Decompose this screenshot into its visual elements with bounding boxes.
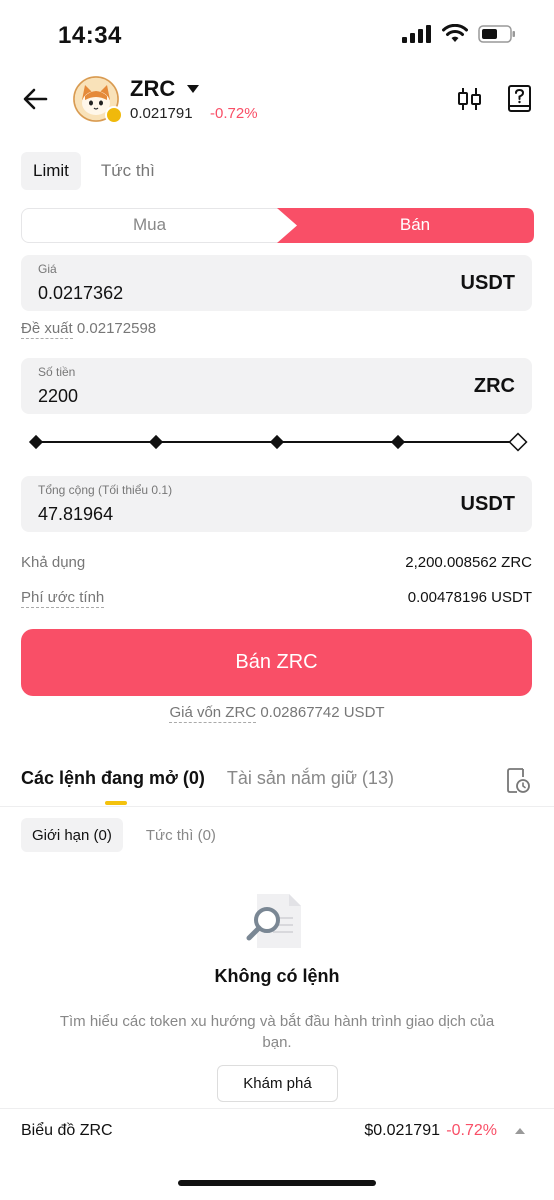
available-row: Khả dụng 2,200.008562 ZRC	[21, 554, 532, 571]
tab-instant[interactable]: Tức thì	[89, 152, 167, 190]
price-unit: USDT	[460, 272, 515, 294]
order-sub-tabs: Giới hạn (0) Tức thì (0)	[21, 818, 227, 852]
sell-button[interactable]: Bán ZRC	[21, 629, 532, 696]
total-input[interactable]: 47.81964	[38, 504, 113, 525]
slider-step-0[interactable]	[28, 434, 44, 450]
token-name[interactable]: ZRC	[130, 76, 175, 102]
empty-orders-illustration-icon	[246, 894, 301, 948]
tab-limit-orders[interactable]: Giới hạn (0)	[21, 818, 123, 852]
token-change: -0.72%	[210, 105, 258, 122]
status-time: 14:34	[58, 22, 122, 49]
total-label: Tổng cộng (Tối thiểu 0.1)	[38, 483, 173, 497]
orders-tabs: Các lệnh đang mở (0) Tài sản nắm giữ (13…	[21, 768, 394, 789]
guide-book-icon[interactable]	[506, 84, 534, 114]
active-tab-indicator	[105, 801, 127, 805]
home-indicator	[178, 1180, 376, 1186]
chart-bar-price: $0.021791	[364, 1122, 440, 1139]
cost-basis: Giá vốn ZRC 0.02867742 USDT	[0, 704, 554, 723]
tab-instant-orders[interactable]: Tức thì (0)	[135, 818, 227, 852]
chart-bar-change: -0.72%	[446, 1122, 497, 1139]
back-arrow-icon[interactable]	[20, 84, 52, 114]
buy-sell-toggle: Mua Bán	[21, 207, 534, 243]
order-type-tabs: Limit Tức thì	[21, 152, 167, 190]
fee-row: Phí ước tính 0.00478196 USDT	[21, 589, 532, 608]
fee-label[interactable]: Phí ước tính	[21, 589, 105, 608]
slider-step-100[interactable]	[508, 432, 528, 452]
tab-holdings[interactable]: Tài sản nắm giữ (13)	[227, 768, 394, 789]
buy-toggle[interactable]: Mua	[22, 209, 277, 241]
total-unit: USDT	[460, 493, 515, 515]
battery-icon	[478, 24, 515, 43]
amount-label: Số tiền	[38, 365, 76, 379]
wifi-icon	[442, 24, 468, 42]
chain-badge-icon	[105, 106, 123, 124]
tab-limit[interactable]: Limit	[21, 152, 81, 190]
suggestion-value: 0.02172598	[76, 320, 157, 337]
slider-step-25[interactable]	[148, 434, 164, 450]
empty-state-description: Tìm hiểu các token xu hướng và bắt đầu h…	[59, 1013, 495, 1051]
status-bar: 14:34	[0, 0, 554, 70]
status-icons	[402, 24, 516, 43]
price-field[interactable]: Giá 0.0217362 USDT	[21, 255, 532, 311]
cellular-signal-icon	[402, 24, 431, 43]
price-input[interactable]: 0.0217362	[38, 283, 123, 304]
amount-input[interactable]: 2200	[38, 386, 78, 407]
chart-bar-title: Biểu đồ ZRC	[21, 1122, 113, 1139]
fee-value: 0.00478196 USDT	[407, 589, 532, 606]
available-value: 2,200.008562 ZRC	[405, 554, 532, 571]
slider-step-50[interactable]	[269, 434, 285, 450]
empty-state-title: Không có lệnh	[214, 966, 340, 986]
caret-down-icon[interactable]	[186, 84, 200, 94]
cost-basis-value: 0.02867742 USDT	[260, 704, 385, 721]
sell-toggle[interactable]: Bán	[297, 209, 533, 241]
slider-step-75[interactable]	[390, 434, 406, 450]
caret-up-icon[interactable]	[514, 1127, 526, 1135]
candlestick-chart-icon[interactable]	[456, 84, 484, 114]
tabs-divider	[0, 806, 554, 807]
tab-open-orders[interactable]: Các lệnh đang mở (0)	[21, 768, 205, 789]
amount-unit: ZRC	[473, 375, 515, 397]
token-price: 0.021791	[130, 105, 193, 122]
suggested-price[interactable]: Đề xuất 0.02172598	[21, 320, 157, 339]
total-field[interactable]: Tổng cộng (Tối thiểu 0.1) 47.81964 USDT	[21, 476, 532, 532]
cost-basis-label[interactable]: Giá vốn ZRC	[169, 704, 257, 723]
suggestion-label: Đề xuất	[21, 320, 73, 339]
token-avatar[interactable]	[73, 76, 123, 124]
amount-field[interactable]: Số tiền 2200 ZRC	[21, 358, 532, 414]
price-label: Giá	[38, 262, 57, 276]
token-header: ZRC 0.021791 -0.72%	[0, 70, 554, 130]
chart-bar[interactable]: Biểu đồ ZRC $0.021791 -0.72%	[0, 1108, 554, 1152]
available-label: Khả dụng	[21, 554, 86, 571]
explore-button[interactable]: Khám phá	[217, 1065, 338, 1102]
order-history-icon[interactable]	[505, 766, 531, 794]
amount-slider[interactable]	[28, 432, 528, 452]
